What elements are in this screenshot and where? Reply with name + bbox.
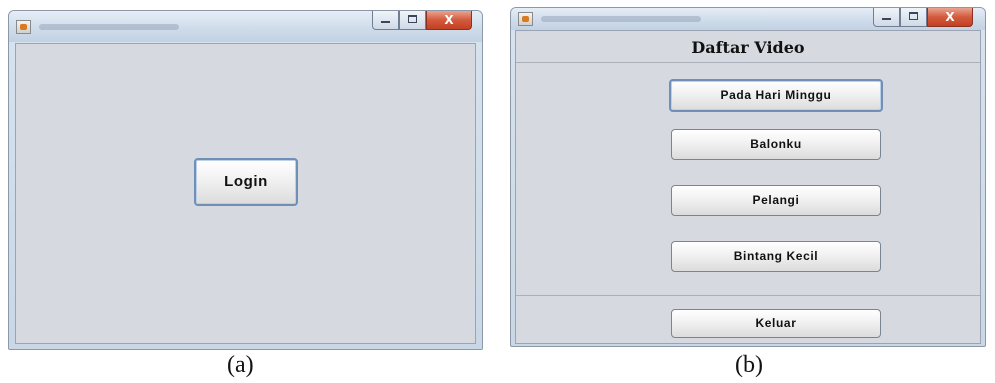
video-button-label: Bintang Kecil: [733, 249, 819, 263]
minimize-icon: [381, 21, 390, 23]
close-icon: X: [945, 10, 955, 24]
login-button-label: Login: [224, 173, 268, 190]
maximize-icon: [408, 15, 417, 23]
close-button-b[interactable]: X: [927, 8, 973, 27]
window-b: X Daftar Video Pada Hari Minggu Balonku …: [510, 7, 986, 347]
header-divider: [516, 62, 980, 63]
maximize-button-a[interactable]: [399, 11, 426, 30]
minimize-button-b[interactable]: [873, 8, 900, 27]
minimize-button-a[interactable]: [372, 11, 399, 30]
title-bar-b[interactable]: X: [511, 8, 985, 30]
caption-a: (a): [227, 352, 254, 378]
video-button-label: Balonku: [750, 137, 802, 151]
video-button-label: Pelangi: [752, 193, 800, 207]
window-title-a: [39, 24, 179, 30]
title-bar-a[interactable]: X: [9, 11, 482, 42]
content-area-a: Login: [15, 43, 476, 344]
caption-b: (b): [735, 352, 763, 378]
exit-button[interactable]: Keluar: [671, 309, 881, 338]
page-title: Daftar Video: [691, 38, 805, 57]
video-button-label: Pada Hari Minggu: [720, 88, 832, 102]
minimize-icon: [882, 18, 891, 20]
footer-divider: [516, 295, 980, 296]
content-area-b: Daftar Video Pada Hari Minggu Balonku Pe…: [515, 30, 981, 344]
login-button[interactable]: Login: [194, 158, 298, 206]
maximize-button-b[interactable]: [900, 8, 927, 27]
video-button-balonku[interactable]: Balonku: [671, 129, 881, 160]
close-icon: X: [444, 13, 454, 27]
video-button-bintang-kecil[interactable]: Bintang Kecil: [671, 241, 881, 272]
java-app-icon: [16, 20, 31, 34]
maximize-icon: [909, 12, 918, 20]
window-title-b: [541, 16, 701, 22]
exit-button-label: Keluar: [755, 316, 797, 330]
close-button-a[interactable]: X: [426, 11, 472, 30]
java-app-icon: [518, 12, 533, 26]
video-button-pada-hari-minggu[interactable]: Pada Hari Minggu: [669, 79, 883, 112]
window-a: X Login: [8, 10, 483, 350]
video-button-pelangi[interactable]: Pelangi: [671, 185, 881, 216]
